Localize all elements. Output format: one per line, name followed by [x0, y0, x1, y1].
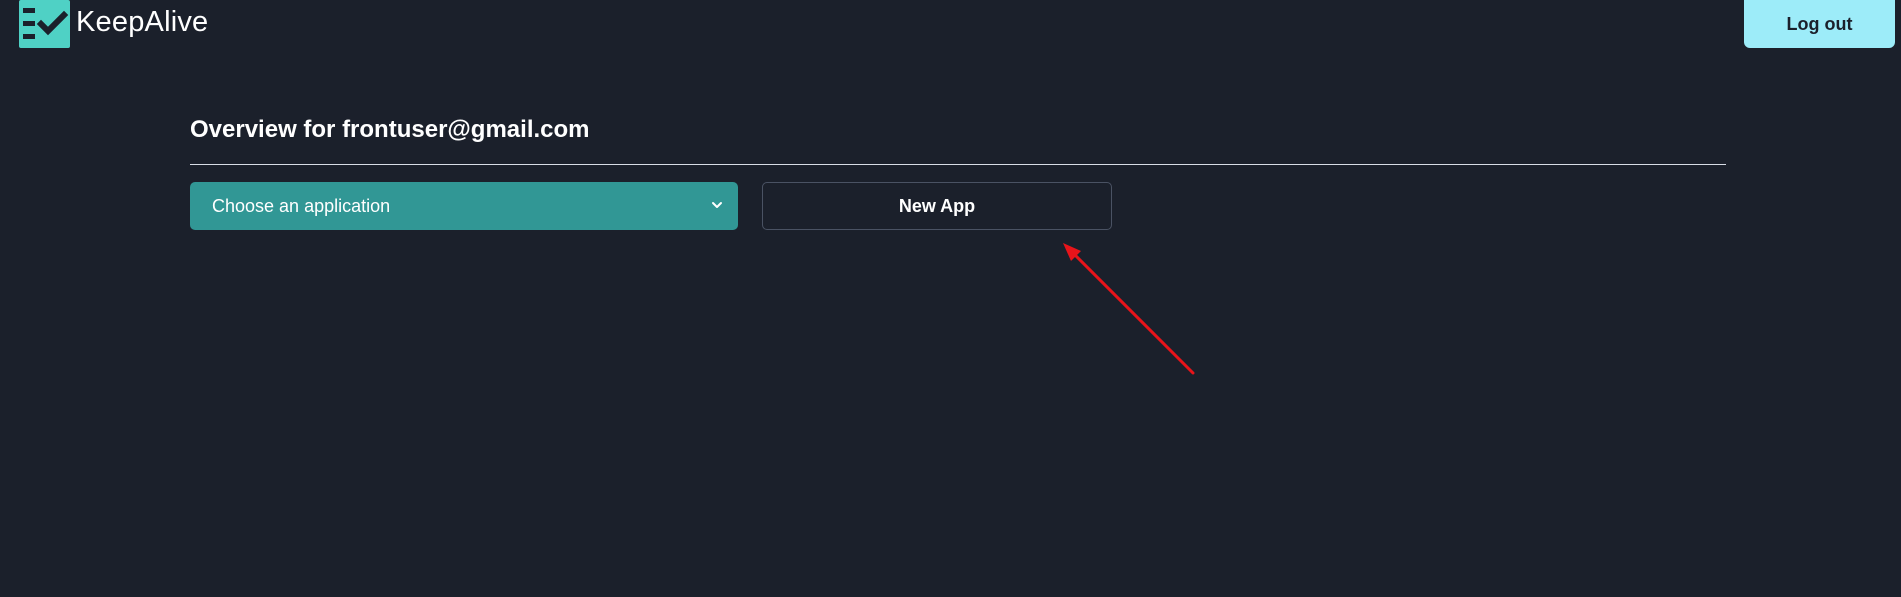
- page-title: Overview for frontuser@gmail.com: [190, 116, 590, 143]
- page: KeepAlive Log out Overview for frontuser…: [0, 0, 1901, 597]
- arrow-icon: [1063, 243, 1195, 375]
- checklist-icon: [19, 0, 70, 48]
- new-app-button[interactable]: New App: [762, 182, 1112, 230]
- chevron-down-icon: [712, 202, 722, 208]
- divider: [190, 164, 1726, 165]
- brand[interactable]: KeepAlive: [19, 0, 208, 48]
- logout-button[interactable]: Log out: [1744, 0, 1895, 48]
- application-select-label: Choose an application: [212, 195, 391, 216]
- application-select[interactable]: Choose an application: [190, 182, 738, 230]
- brand-name: KeepAlive: [76, 5, 209, 38]
